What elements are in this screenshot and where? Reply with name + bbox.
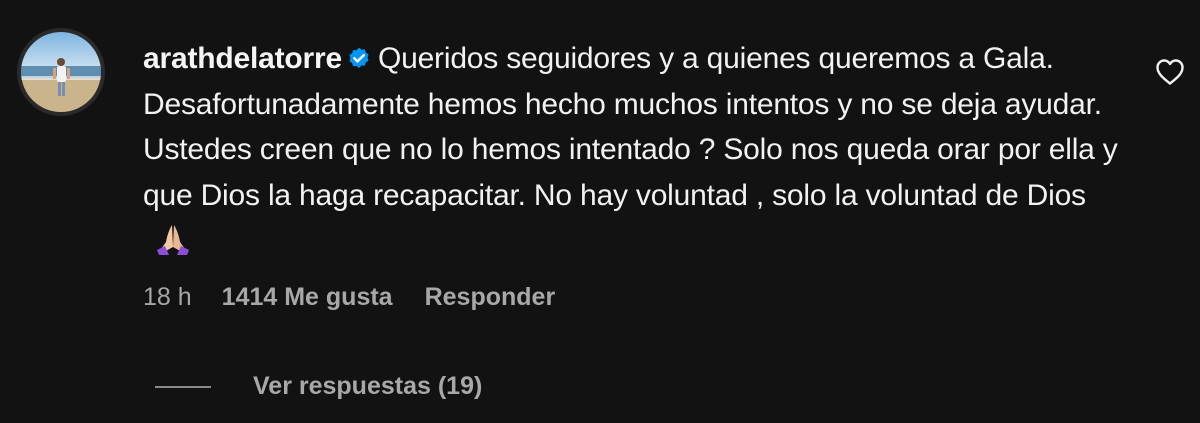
view-replies-button[interactable]: Ver respuestas (19) xyxy=(155,372,482,401)
avatar[interactable] xyxy=(17,28,105,116)
folded-hands-icon xyxy=(157,225,189,255)
comment-like-count[interactable]: 1414 Me gusta xyxy=(222,283,393,312)
replies-divider-line xyxy=(155,385,211,388)
comment-body: arathdelatorre Queridos seguidores y a q… xyxy=(143,36,1128,264)
comment: arathdelatorre Queridos seguidores y a q… xyxy=(0,0,1200,423)
like-heart-icon[interactable] xyxy=(1155,58,1185,86)
comment-username[interactable]: arathdelatorre xyxy=(143,42,342,75)
view-replies-label: Ver respuestas (19) xyxy=(253,372,483,400)
verified-badge-icon xyxy=(349,47,369,68)
comment-timestamp: 18 h xyxy=(143,283,192,311)
avatar-photo xyxy=(21,32,101,112)
reply-button[interactable]: Responder xyxy=(425,283,556,312)
comment-meta: 18 h 1414 Me gusta Responder xyxy=(143,283,555,312)
